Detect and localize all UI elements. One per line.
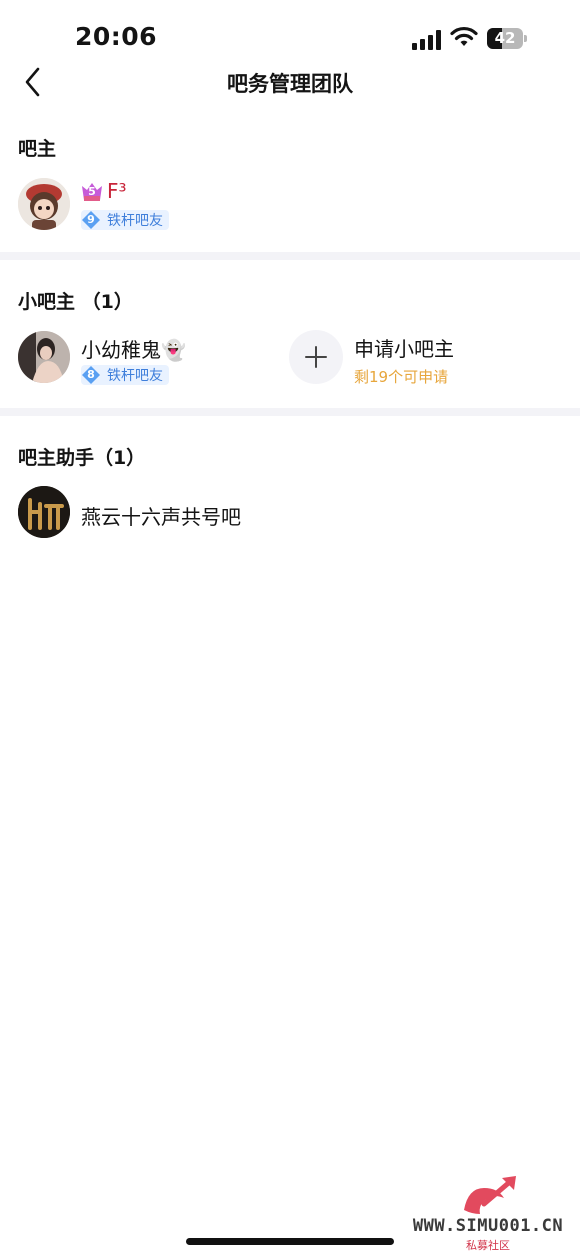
mini-owner-level-title: 铁杆吧友 bbox=[107, 368, 163, 384]
page-title: 吧务管理团队 bbox=[227, 72, 353, 96]
level-gem-icon: 8 bbox=[81, 365, 101, 385]
apply-mini-owner-label: 申请小吧主 bbox=[354, 337, 454, 361]
mini-owner-section-title: 小吧主 （1） bbox=[18, 291, 133, 313]
mini-owner-level-number: 8 bbox=[87, 368, 95, 381]
assistant-section-title: 吧主助手（1） bbox=[18, 447, 146, 469]
owner-section-title: 吧主 bbox=[18, 138, 57, 160]
add-circle-button[interactable] bbox=[289, 330, 343, 384]
owner-name: F³ bbox=[107, 179, 127, 203]
wifi-icon bbox=[450, 26, 478, 46]
watermark-text: WWW.SIMU001.CN bbox=[412, 1216, 564, 1236]
level-gem-icon: 9 bbox=[81, 210, 101, 230]
apply-remaining-count: 剩19个可申请 bbox=[354, 368, 449, 386]
section-divider bbox=[0, 408, 580, 416]
vip-level: 5 bbox=[88, 185, 96, 198]
mini-owner-name: 小幼稚鬼👻 bbox=[81, 338, 186, 362]
owner-level-number: 9 bbox=[87, 213, 95, 226]
battery-percent: 42 bbox=[494, 29, 516, 47]
mini-owner-avatar[interactable] bbox=[18, 331, 70, 383]
plus-icon bbox=[305, 346, 327, 368]
vip-crown-icon: 5 bbox=[81, 182, 103, 202]
nav-bar: 吧务管理团队 bbox=[0, 58, 580, 106]
watermark-logo: WWW.SIMU001.CN 私募社区 bbox=[402, 1172, 574, 1252]
owner-avatar[interactable] bbox=[18, 178, 70, 230]
watermark-graphic bbox=[464, 1176, 516, 1214]
owner-level-title: 铁杆吧友 bbox=[107, 213, 163, 229]
section-divider bbox=[0, 252, 580, 260]
cellular-signal-icon bbox=[412, 30, 441, 50]
assistant-name: 燕云十六声共号吧 bbox=[81, 505, 241, 529]
owner-level-badge: 9 铁杆吧友 bbox=[81, 210, 169, 230]
battery-icon: 42 bbox=[487, 28, 527, 49]
watermark-subtext: 私募社区 bbox=[466, 1239, 510, 1252]
assistant-avatar[interactable] bbox=[18, 486, 70, 538]
mini-owner-level-badge: 8 铁杆吧友 bbox=[81, 365, 169, 385]
home-indicator[interactable] bbox=[186, 1238, 394, 1245]
status-time: 20:06 bbox=[75, 22, 158, 51]
